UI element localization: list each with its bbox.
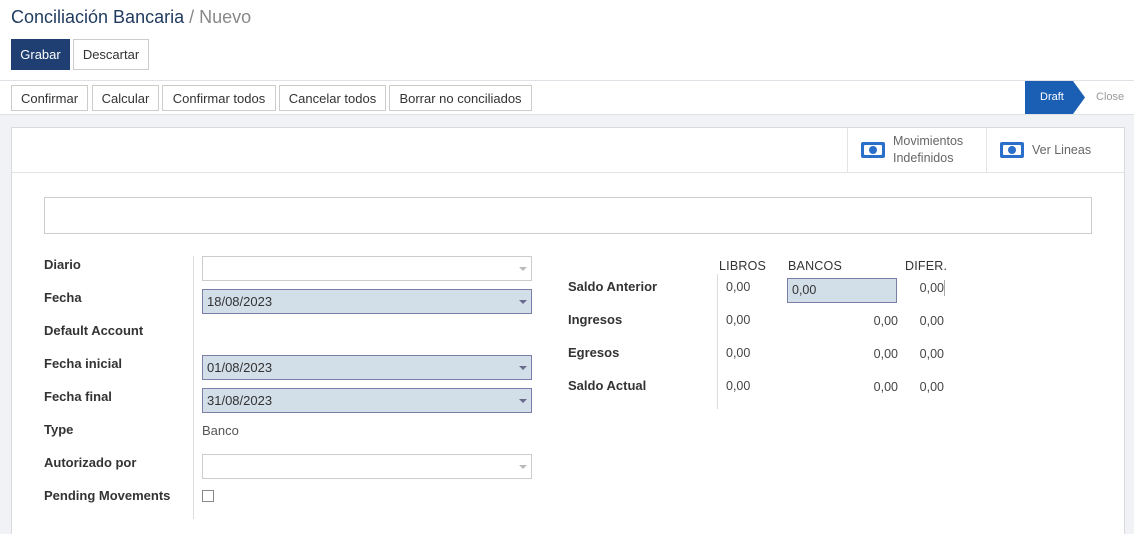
saldo-anterior-label: Saldo Anterior xyxy=(568,279,658,294)
fecha-value: 18/08/2023 xyxy=(207,294,273,309)
chevron-down-icon xyxy=(519,300,527,304)
fecha-inicial-date-input[interactable]: 01/08/2023 xyxy=(202,355,532,380)
calcular-button[interactable]: Calcular xyxy=(92,85,159,111)
default-account-label: Default Account xyxy=(44,323,144,338)
fecha-inicial-value: 01/08/2023 xyxy=(207,360,273,375)
status-draft[interactable]: Draft xyxy=(1025,81,1085,114)
breadcrumb-parent[interactable]: Conciliación Bancaria xyxy=(11,7,184,27)
egresos-libros: 0,00 xyxy=(726,346,751,360)
ingresos-libros: 0,00 xyxy=(726,313,751,327)
saldo-anterior-difer: 0,00 xyxy=(919,281,944,295)
saldo-actual-label: Saldo Actual xyxy=(568,378,647,393)
fecha-date-input[interactable]: 18/08/2023 xyxy=(202,289,532,314)
egresos-label: Egresos xyxy=(568,345,620,360)
money-icon xyxy=(861,142,885,158)
discard-button[interactable]: Descartar xyxy=(73,39,149,70)
money-icon xyxy=(1000,142,1024,158)
fecha-final-value: 31/08/2023 xyxy=(207,393,273,408)
fecha-final-label: Fecha final xyxy=(44,389,112,404)
cancelar-todos-button[interactable]: Cancelar todos xyxy=(279,85,386,111)
breadcrumb-separator: / xyxy=(189,7,195,27)
pending-movements-checkbox[interactable] xyxy=(202,490,214,502)
breadcrumb-current: Nuevo xyxy=(199,7,252,27)
movimientos-label-line1: Movimientos xyxy=(893,134,964,148)
chevron-down-icon xyxy=(519,465,527,469)
ingresos-bancos: 0,00 xyxy=(873,314,898,328)
fecha-final-date-input[interactable]: 31/08/2023 xyxy=(202,388,532,413)
libros-column-header: LIBROS xyxy=(719,259,767,273)
ingresos-label: Ingresos xyxy=(568,312,623,327)
status-close[interactable]: Close xyxy=(1096,81,1124,114)
chevron-down-icon xyxy=(519,366,527,370)
form-sheet: Movimientos Indefinidos Ver Lineas Diari… xyxy=(11,127,1125,534)
reference-name-input[interactable] xyxy=(44,197,1092,234)
fecha-label: Fecha xyxy=(44,290,82,305)
movimientos-indefinidos-button[interactable]: Movimientos Indefinidos xyxy=(847,128,986,172)
saldo-actual-bancos: 0,00 xyxy=(873,380,898,394)
ingresos-difer: 0,00 xyxy=(919,314,944,328)
breadcrumb: Conciliación Bancaria / Nuevo xyxy=(11,7,251,28)
ver-lineas-label: Ver Lineas xyxy=(1032,143,1092,157)
type-label: Type xyxy=(44,422,74,437)
balance-separator xyxy=(717,274,718,409)
type-value: Banco xyxy=(202,423,239,438)
chevron-down-icon xyxy=(519,267,527,271)
pending-movements-label: Pending Movements xyxy=(44,488,171,503)
diario-select[interactable] xyxy=(202,256,532,281)
autorizado-por-select[interactable] xyxy=(202,454,532,479)
movimientos-label-line2: Indefinidos xyxy=(893,151,954,165)
saldo-actual-difer: 0,00 xyxy=(919,380,944,394)
borrar-no-conciliados-button[interactable]: Borrar no conciliados xyxy=(389,85,532,111)
difer-separator xyxy=(944,280,945,296)
diario-label: Diario xyxy=(44,257,81,272)
bancos-column-header: BANCOS xyxy=(788,259,842,273)
autorizado-por-label: Autorizado por xyxy=(44,455,137,470)
saldo-actual-libros: 0,00 xyxy=(726,379,751,393)
form-statusbar: Confirmar Calcular Confirmar todos Cance… xyxy=(0,80,1134,115)
fecha-inicial-label: Fecha inicial xyxy=(44,356,123,371)
difer-column-header: DIFER. xyxy=(905,259,948,273)
saldo-anterior-bancos-input[interactable]: 0,00 xyxy=(787,278,897,303)
confirmar-button[interactable]: Confirmar xyxy=(11,85,88,111)
egresos-difer: 0,00 xyxy=(919,347,944,361)
confirmar-todos-button[interactable]: Confirmar todos xyxy=(162,85,276,111)
chevron-down-icon xyxy=(519,399,527,403)
column-separator xyxy=(193,256,194,519)
egresos-bancos: 0,00 xyxy=(873,347,898,361)
ver-lineas-button[interactable]: Ver Lineas xyxy=(986,128,1124,172)
smart-button-box: Movimientos Indefinidos Ver Lineas xyxy=(12,128,1124,173)
saldo-anterior-libros: 0,00 xyxy=(726,280,751,294)
save-button[interactable]: Grabar xyxy=(11,39,70,70)
